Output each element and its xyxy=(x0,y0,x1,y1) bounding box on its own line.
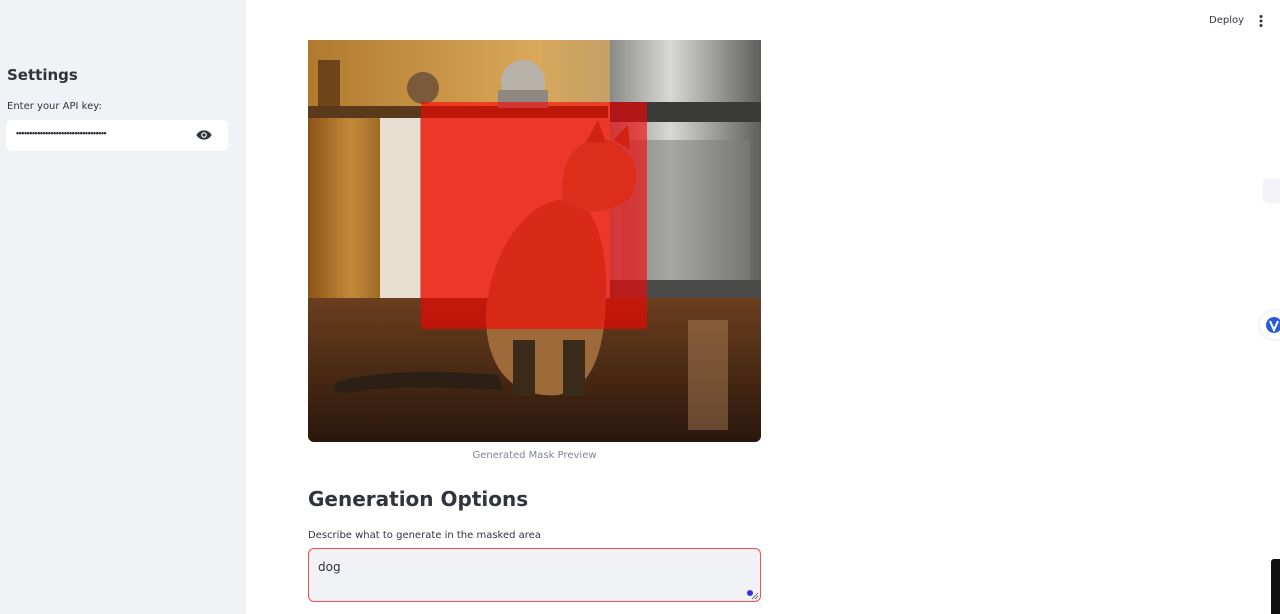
mask-region xyxy=(421,102,647,329)
prompt-textarea[interactable]: dog xyxy=(308,548,761,602)
extension-panel-icon[interactable] xyxy=(1271,559,1280,614)
sidebar: Settings Enter your API key: •••••••••••… xyxy=(0,0,246,614)
kitchen-cat-photo xyxy=(308,40,761,442)
kebab-menu-icon[interactable] xyxy=(1256,14,1266,28)
eye-icon[interactable] xyxy=(196,129,212,141)
resize-handle-icon[interactable] xyxy=(751,592,759,600)
section-heading: Generation Options xyxy=(308,487,529,511)
mask-preview-image xyxy=(308,40,761,442)
deploy-button[interactable]: Deploy xyxy=(1202,12,1251,30)
image-caption: Generated Mask Preview xyxy=(472,450,597,461)
api-key-label: Enter your API key: xyxy=(7,101,102,112)
app-root: Settings Enter your API key: •••••••••••… xyxy=(0,0,1280,614)
extension-v-icon[interactable] xyxy=(1260,311,1280,339)
prompt-label: Describe what to generate in the masked … xyxy=(308,530,541,541)
api-key-input[interactable]: •••••••••••••••••••••••••••••••••• xyxy=(6,120,228,151)
sidebar-title: Settings xyxy=(7,66,78,84)
prompt-value: dog xyxy=(318,560,341,574)
api-key-value: •••••••••••••••••••••••••••••••••• xyxy=(16,128,107,138)
extension-widget-icon[interactable] xyxy=(1264,180,1280,202)
v-logo-icon xyxy=(1266,317,1280,333)
